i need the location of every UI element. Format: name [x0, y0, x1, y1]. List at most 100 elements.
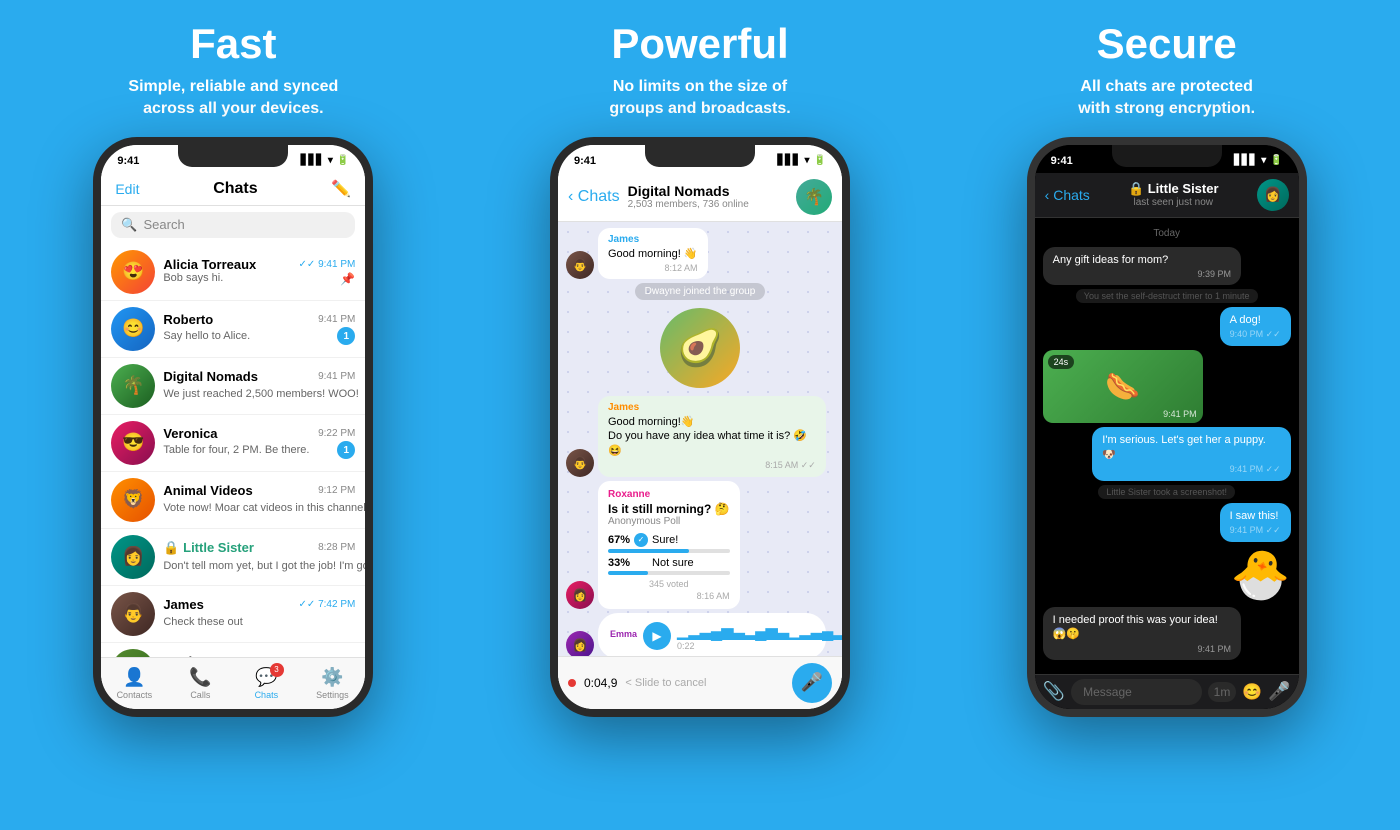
poll-option-sure[interactable]: 67% ✓ Sure! — [608, 533, 730, 553]
chat-info-roberto: Roberto 9:41 PM Say hello to Alice. 1 — [163, 312, 355, 345]
chat-info-james: James ✓✓ 7:42 PM Check these out — [163, 597, 355, 630]
msg-james-2: 👨 James Good morning!👋Do you have any id… — [566, 396, 834, 477]
msg-a-dog: A dog! 9:40 PM ✓✓ — [1220, 307, 1291, 346]
nav-contacts[interactable]: 👤 Contacts — [101, 667, 167, 700]
poll-type: Anonymous Poll — [608, 516, 730, 527]
secure-subtitle: All chats are protectedwith strong encry… — [1078, 76, 1255, 121]
mic-button[interactable]: 🎤 — [792, 663, 832, 703]
chat-msg-alicia: Bob says hi. — [163, 272, 223, 286]
chat-name-alicia: Alicia Torreaux — [163, 257, 256, 272]
chat-item-alicia[interactable]: 😍 Alicia Torreaux ✓✓ 9:41 PM Bob says hi… — [101, 244, 365, 301]
hotdog-emoji: 🌭 — [1105, 370, 1140, 403]
time-3: 9:41 — [1051, 155, 1073, 167]
recording-dot — [568, 679, 576, 687]
avatar-veronica: 😎 — [111, 421, 155, 465]
time-serious: 9:41 PM ✓✓ — [1102, 464, 1280, 475]
sticker-cry: 🐣 — [1231, 546, 1291, 603]
search-bar[interactable]: 🔍 Search — [111, 212, 355, 238]
poll-option-notsure[interactable]: 33% Not sure — [608, 557, 730, 575]
chat-time-digital-nomads: 9:41 PM — [318, 371, 355, 382]
group-name: Digital Nomads — [628, 183, 788, 199]
nav-settings[interactable]: ⚙️ Settings — [299, 667, 365, 700]
recording-bar: 0:04,9 < Slide to cancel 🎤 — [558, 656, 842, 709]
column-secure: Secure All chats are protectedwith stron… — [933, 0, 1400, 830]
chat-item-roberto[interactable]: 😊 Roberto 9:41 PM Say hello to Alice. 1 — [101, 301, 365, 358]
powerful-title: Powerful — [611, 20, 788, 68]
timer-24s: 24s — [1048, 355, 1075, 369]
avatar-little-sister-chat: 👩 — [1257, 179, 1289, 211]
column-powerful: Powerful No limits on the size ofgroups … — [467, 0, 934, 830]
nav-label-settings: Settings — [316, 690, 349, 700]
system-screenshot: Little Sister took a screenshot! — [1098, 485, 1235, 499]
avatar-roberto: 😊 — [111, 307, 155, 351]
nav-chats[interactable]: 💬 3 Chats — [233, 667, 299, 700]
search-icon: 🔍 — [121, 217, 137, 233]
text-proof: I needed proof this was your idea! 😱🤫 — [1053, 613, 1231, 642]
group-avatar: 🌴 — [796, 179, 832, 215]
column-fast: Fast Simple, reliable and syncedacross a… — [0, 0, 467, 830]
sender-emma: Emma — [610, 629, 637, 639]
back-button-secret[interactable]: ‹ Chats — [1045, 187, 1090, 203]
msg-i-saw-this: I saw this! 9:41 PM ✓✓ — [1220, 503, 1291, 542]
text-james-1: Good morning! 👋 — [608, 247, 698, 261]
message-input[interactable]: Message — [1071, 679, 1202, 705]
chat-item-little-sister[interactable]: 👩 🔒 Little Sister 8:28 PM Don't tell mom… — [101, 529, 365, 586]
system-self-destruct: You set the self-destruct timer to 1 min… — [1076, 289, 1258, 303]
poll-label-notsure: Not sure — [652, 557, 694, 569]
time-poll: 8:16 AM — [608, 591, 730, 601]
dark-input-bar: 📎 Message 1m 😊 🎤 — [1035, 674, 1299, 709]
avatar-james: 👨 — [111, 592, 155, 636]
attach-icon[interactable]: 📎 — [1043, 681, 1065, 702]
chat-info-veronica: Veronica 9:22 PM Table for four, 2 PM. B… — [163, 426, 355, 459]
calls-icon: 📞 — [189, 667, 211, 688]
chat-name-veronica: Veronica — [163, 426, 217, 441]
chat-item-veronica[interactable]: 😎 Veronica 9:22 PM Table for four, 2 PM.… — [101, 415, 365, 472]
chat-msg-james: Check these out — [163, 616, 243, 628]
msg-james-1: 👨 James Good morning! 👋 8:12 AM — [566, 228, 834, 279]
sender-roxanne: Roxanne — [608, 489, 730, 500]
time-a-dog: 9:40 PM ✓✓ — [1230, 329, 1281, 340]
poll-bar-fill-sure — [608, 549, 689, 553]
mic-icon-dark[interactable]: 🎤 — [1268, 681, 1290, 702]
poll-question: Is it still morning? 🤔 — [608, 502, 730, 516]
text-serious: I'm serious. Let's get her a puppy. 🐶 — [1102, 433, 1280, 462]
chat-time-animal-videos: 9:12 PM — [318, 485, 355, 496]
avatar-roxanne: 👩 — [566, 581, 594, 609]
avatar-alicia: 😍 — [111, 250, 155, 294]
time-proof: 9:41 PM — [1053, 644, 1231, 654]
chat-name-digital-nomads: Digital Nomads — [163, 369, 258, 384]
group-members: 2,503 members, 736 online — [628, 199, 788, 210]
poll-bubble: Roxanne Is it still morning? 🤔 Anonymous… — [598, 481, 740, 609]
chat-item-digital-nomads[interactable]: 🌴 Digital Nomads 9:41 PM We just reached… — [101, 358, 365, 415]
screen-2: ‹ Chats Digital Nomads 2,503 members, 73… — [558, 173, 842, 709]
avatar-james-chat-2: 👨 — [566, 449, 594, 477]
poll-label-sure: Sure! — [652, 534, 678, 546]
poll-pct-sure: 67% — [608, 534, 630, 546]
time-i-saw-this: 9:41 PM ✓✓ — [1230, 525, 1281, 536]
sender-james-2: James — [608, 402, 816, 413]
search-label: Search — [144, 217, 185, 232]
secret-chat-info: 🔒 Little Sister last seen just now — [1098, 181, 1249, 208]
group-messages: 👨 James Good morning! 👋 8:12 AM Dwayne j… — [558, 222, 842, 678]
nav-calls[interactable]: 📞 Calls — [167, 667, 233, 700]
sticker-avocado: 🥑 — [660, 308, 740, 388]
status-icons-2: ▋▋▋ ▾ 🔋 — [777, 155, 826, 166]
phone-chats: 9:41 ▋▋▋ ▾ 🔋 Edit Chats ✏️ 🔍 Search 😍 — [93, 137, 373, 717]
sticker-area: 🥑 — [566, 304, 834, 392]
chat-info-alicia: Alicia Torreaux ✓✓ 9:41 PM Bob says hi. … — [163, 257, 355, 286]
back-button-group[interactable]: ‹ Chats — [568, 188, 620, 206]
dark-messages: Today Any gift ideas for mom? 9:39 PM Yo… — [1035, 218, 1299, 666]
avatar-emma: 👩 — [566, 631, 594, 659]
edit-button[interactable]: Edit — [115, 181, 139, 197]
chat-item-james[interactable]: 👨 James ✓✓ 7:42 PM Check these out — [101, 586, 365, 643]
chat-info-animal-videos: Animal Videos 9:12 PM Vote now! Moar cat… — [163, 483, 355, 516]
play-button[interactable]: ▶ — [643, 622, 671, 650]
compose-icon[interactable]: ✏️ — [331, 179, 351, 199]
poll-votes: 345 voted — [608, 579, 730, 589]
chat-item-animal-videos[interactable]: 🦁 Animal Videos 9:12 PM Vote now! Moar c… — [101, 472, 365, 529]
chat-time-veronica: 9:22 PM — [318, 428, 355, 439]
fast-title: Fast — [190, 20, 276, 68]
chat-time-james: ✓✓ 7:42 PM — [299, 599, 356, 610]
text-gift-ideas: Any gift ideas for mom? — [1053, 253, 1231, 267]
sticker-icon[interactable]: 😊 — [1242, 682, 1262, 702]
